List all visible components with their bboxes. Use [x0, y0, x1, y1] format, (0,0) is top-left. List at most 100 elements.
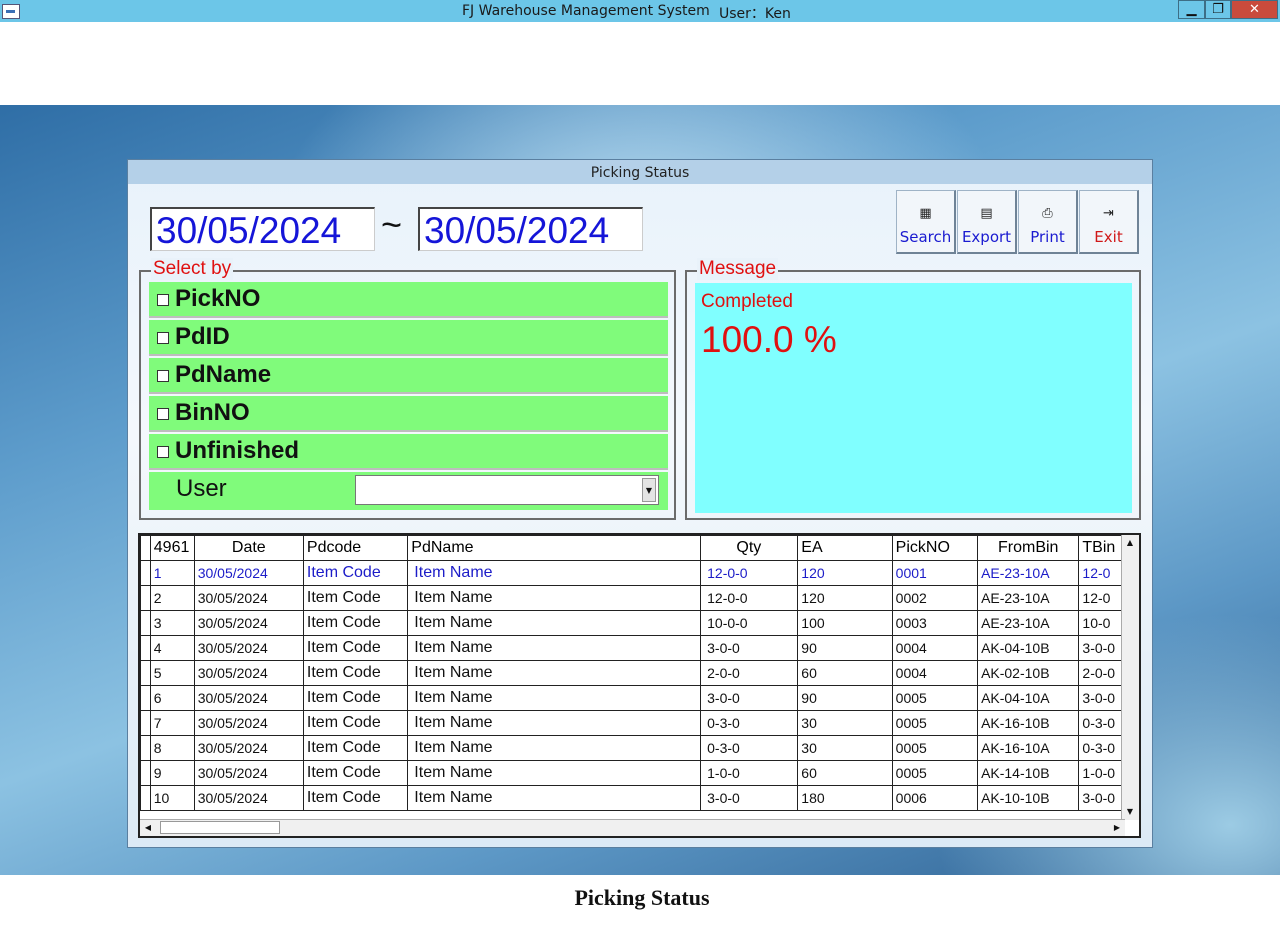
table-row[interactable]: 9 30/05/2024 Item Code Item Name 1-0-0 60 0005… [140, 760, 1139, 786]
pdid-checkbox[interactable] [157, 332, 169, 344]
table-row[interactable]: 5 30/05/2024 Item Code Item Name 2-0-0 60 0004… [140, 660, 1139, 686]
close-button[interactable]: ✕ [1231, 0, 1278, 19]
table-cell: 9 [149, 760, 195, 786]
date-to-input[interactable]: 30/05/2024 [418, 207, 643, 251]
print-button[interactable]: ⎙ Print [1018, 190, 1078, 254]
column-header-frombin[interactable]: FromBin [977, 535, 1080, 561]
vertical-scrollbar[interactable]: ▲ ▼ [1121, 535, 1139, 820]
exit-button-label: Exit [1094, 228, 1123, 246]
minimize-icon: ▁ [1186, 2, 1197, 17]
option-unfinished[interactable]: Unfinished [149, 434, 668, 470]
table-cell: 30/05/2024 [193, 760, 304, 786]
table-cell: 12-0-0 [700, 585, 799, 611]
table-cell: 30/05/2024 [193, 635, 304, 661]
scroll-right-icon[interactable]: ▶ [1109, 820, 1125, 836]
table-cell: 2 [149, 585, 195, 611]
table-cell: 30/05/2024 [193, 710, 304, 736]
export-button[interactable]: ▤ Export [957, 190, 1017, 254]
option-pdid[interactable]: PdID [149, 320, 668, 356]
row-selector[interactable] [140, 585, 151, 611]
table-cell: 0004 [891, 660, 979, 686]
table-row[interactable]: 10 30/05/2024 Item Code Item Name 3-0-0 180 00… [140, 785, 1139, 811]
table-row[interactable]: 2 30/05/2024 Item Code Item Name 12-0-0 120 00… [140, 585, 1139, 611]
row-selector[interactable] [140, 710, 151, 736]
table-cell: 90 [797, 685, 893, 711]
table-cell: AE-23-10A [977, 585, 1080, 611]
row-selector[interactable] [140, 610, 151, 636]
table-cell: Item Code [302, 735, 409, 761]
table-cell: 6 [149, 685, 195, 711]
table-row[interactable]: 4 30/05/2024 Item Code Item Name 3-0-0 90 0004… [140, 635, 1139, 661]
print-button-label: Print [1030, 228, 1065, 246]
option-pickno-label: PickNO [175, 285, 261, 312]
row-selector[interactable] [140, 660, 151, 686]
app-icon[interactable] [2, 4, 20, 19]
table-cell: 30/05/2024 [193, 560, 304, 586]
table-cell: Item Code [302, 785, 409, 811]
table-cell: 30/05/2024 [193, 585, 304, 611]
table-row[interactable]: 3 30/05/2024 Item Code Item Name 10-0-0 100 00… [140, 610, 1139, 636]
message-group: Message Completed 100.0 % [685, 258, 1141, 520]
message-panel: Completed 100.0 % [695, 283, 1132, 513]
spreadsheet-icon: ▤ [980, 206, 993, 221]
minimize-button[interactable]: ▁ [1178, 0, 1205, 19]
table-cell: 3-0-0 [700, 685, 799, 711]
unfinished-checkbox[interactable] [157, 446, 169, 458]
exit-button[interactable]: ⇥ Exit [1079, 190, 1139, 254]
search-button[interactable]: ▦ Search [896, 190, 956, 254]
option-binno[interactable]: BinNO [149, 396, 668, 432]
column-header-pdcode[interactable]: Pdcode [302, 535, 409, 561]
row-selector[interactable] [140, 760, 151, 786]
table-cell: Item Name [407, 735, 702, 761]
row-selector-header[interactable] [140, 535, 151, 561]
option-pdname[interactable]: PdName [149, 358, 668, 394]
row-selector[interactable] [140, 785, 151, 811]
option-unfinished-label: Unfinished [175, 437, 299, 464]
figure-caption: Picking Status [574, 885, 710, 910]
horizontal-scrollbar[interactable]: ◀ ▶ [140, 819, 1125, 836]
table-body: 1 30/05/2024 Item Code Item Name 12-0-0 120 00… [140, 560, 1139, 811]
table-cell: Item Name [407, 585, 702, 611]
table-cell: 180 [797, 785, 893, 811]
table-cell: 1-0-0 [700, 760, 799, 786]
table-cell: Item Name [407, 560, 702, 586]
table-row[interactable]: 7 30/05/2024 Item Code Item Name 0-3-0 30 0005… [140, 710, 1139, 736]
pdname-checkbox[interactable] [157, 370, 169, 382]
table-cell: Item Name [407, 785, 702, 811]
row-selector[interactable] [140, 735, 151, 761]
column-header-pdname[interactable]: PdName [407, 535, 702, 561]
chevron-down-icon[interactable]: ▼ [642, 478, 656, 502]
picking-data-grid[interactable]: 4961 Date Pdcode PdName Qty EA PickNO Fr… [138, 533, 1141, 838]
user-select[interactable]: ▼ [355, 475, 659, 505]
option-pickno[interactable]: PickNO [149, 282, 668, 318]
scroll-left-icon[interactable]: ◀ [140, 820, 156, 836]
scroll-down-icon[interactable]: ▼ [1122, 804, 1138, 820]
row-selector[interactable] [140, 560, 151, 586]
date-from-input[interactable]: 30/05/2024 [150, 207, 375, 251]
scroll-up-icon[interactable]: ▲ [1122, 535, 1138, 551]
column-header-qty[interactable]: Qty [700, 535, 799, 561]
row-selector[interactable] [140, 635, 151, 661]
table-row[interactable]: 1 30/05/2024 Item Code Item Name 12-0-0 120 00… [140, 560, 1139, 586]
row-count-header[interactable]: 4961 [149, 535, 195, 561]
table-cell: 30 [797, 710, 893, 736]
column-header-pickno[interactable]: PickNO [891, 535, 979, 561]
table-cell: 1 [149, 560, 195, 586]
table-cell: Item Name [407, 710, 702, 736]
row-selector[interactable] [140, 685, 151, 711]
horizontal-scroll-thumb[interactable] [160, 821, 280, 834]
table-cell: 120 [797, 560, 893, 586]
binno-checkbox[interactable] [157, 408, 169, 420]
pickno-checkbox[interactable] [157, 294, 169, 306]
restore-button[interactable]: ❐ [1205, 0, 1231, 19]
table-row[interactable]: 6 30/05/2024 Item Code Item Name 3-0-0 90 0005… [140, 685, 1139, 711]
printer-icon: ⎙ [1042, 206, 1053, 221]
table-cell: AK-16-10B [977, 710, 1080, 736]
table-cell: 30 [797, 735, 893, 761]
column-header-ea[interactable]: EA [797, 535, 893, 561]
table-cell: 0005 [891, 735, 979, 761]
table-cell: 30/05/2024 [193, 610, 304, 636]
table-row[interactable]: 8 30/05/2024 Item Code Item Name 0-3-0 30 0005… [140, 735, 1139, 761]
table-cell: 0004 [891, 635, 979, 661]
column-header-date[interactable]: Date [193, 535, 304, 561]
